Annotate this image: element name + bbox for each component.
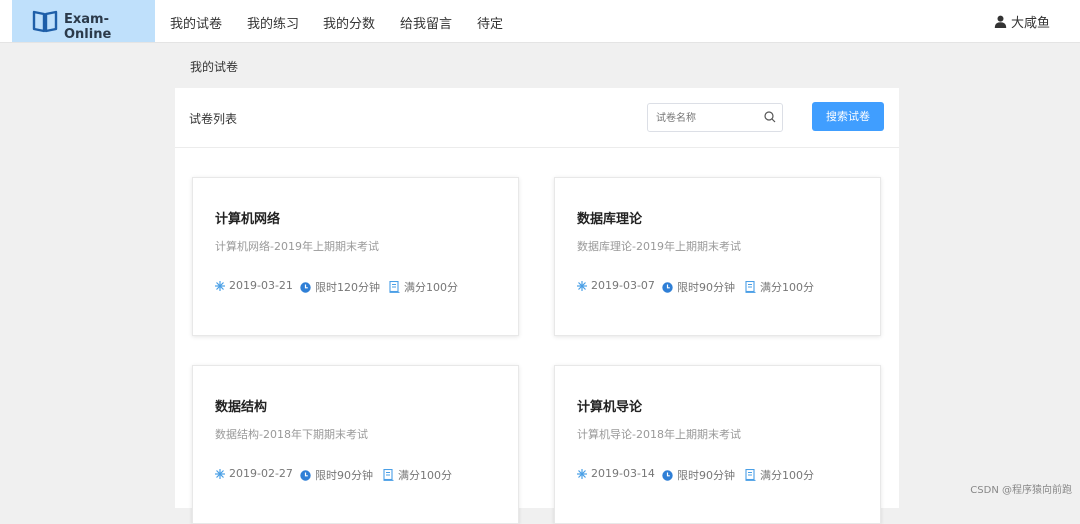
search-icon[interactable]	[764, 111, 776, 123]
paper-full-score: 满分100分	[383, 467, 452, 483]
paper-title[interactable]: 数据结构	[215, 396, 267, 415]
paper-time-limit: 限时90分钟	[300, 467, 373, 483]
paper-time-limit-text: 限时120分钟	[315, 281, 380, 294]
paper-date-text: 2019-03-07	[591, 279, 655, 292]
sparkle-icon	[215, 468, 225, 479]
user-menu[interactable]: 大咸鱼	[994, 12, 1050, 31]
nav-item-leave-message[interactable]: 给我留言	[400, 13, 452, 32]
paper-date: 2019-02-27	[215, 467, 293, 480]
paper-full-score: 满分100分	[745, 467, 814, 483]
clock-icon	[662, 281, 673, 293]
nav-item-pending[interactable]: 待定	[477, 13, 503, 32]
search-input[interactable]	[654, 108, 758, 128]
paper-time-limit-text: 限时90分钟	[677, 469, 735, 482]
search-box	[647, 103, 783, 132]
paper-full-score-text: 满分100分	[760, 281, 814, 294]
document-icon	[383, 469, 394, 481]
panel-title: 试卷列表	[189, 112, 238, 126]
paper-title[interactable]: 计算机网络	[215, 208, 280, 227]
paper-list-panel: 试卷列表 搜索试卷 计算机网络 计算机网络-2019年上期期末考试 2019-0…	[175, 88, 899, 524]
paper-card[interactable]: 计算机网络 计算机网络-2019年上期期末考试 2019-03-21 限时120…	[192, 177, 519, 336]
paper-time-limit-text: 限时90分钟	[677, 281, 735, 294]
panel-header: 试卷列表 搜索试卷	[175, 88, 899, 148]
top-navbar: Exam-Online 我的试卷 我的练习 我的分数 给我留言 待定 大咸鱼	[0, 0, 1080, 43]
clock-icon	[662, 469, 673, 481]
paper-time-limit: 限时120分钟	[300, 279, 380, 295]
paper-date: 2019-03-14	[577, 467, 655, 480]
watermark: CSDN @程序猿向前跑	[970, 485, 1072, 496]
paper-full-score-text: 满分100分	[760, 469, 814, 482]
paper-date: 2019-03-21	[215, 279, 293, 292]
nav-item-my-papers[interactable]: 我的试卷	[170, 13, 222, 32]
user-icon	[994, 15, 1007, 28]
paper-card[interactable]: 数据结构 数据结构-2018年下期期末考试 2019-02-27 限时90分钟 …	[192, 365, 519, 524]
app-name: Exam-Online	[64, 12, 112, 42]
sparkle-icon	[577, 280, 587, 291]
sparkle-icon	[577, 468, 587, 479]
paper-time-limit-text: 限时90分钟	[315, 469, 373, 482]
document-icon	[745, 281, 756, 293]
paper-description: 计算机网络-2019年上期期末考试	[215, 240, 379, 253]
nav-item-my-practice[interactable]: 我的练习	[247, 13, 299, 32]
book-icon	[32, 10, 58, 33]
paper-date-text: 2019-03-21	[229, 279, 293, 292]
paper-card[interactable]: 计算机导论 计算机导论-2018年上期期末考试 2019-03-14 限时90分…	[554, 365, 881, 524]
paper-card[interactable]: 数据库理论 数据库理论-2019年上期期末考试 2019-03-07 限时90分…	[554, 177, 881, 336]
breadcrumb: 我的试卷	[190, 60, 239, 74]
paper-description: 数据结构-2018年下期期末考试	[215, 428, 368, 441]
paper-title[interactable]: 数据库理论	[577, 208, 642, 227]
paper-description: 数据库理论-2019年上期期末考试	[577, 240, 741, 253]
clock-icon	[300, 469, 311, 481]
paper-title[interactable]: 计算机导论	[577, 396, 642, 415]
paper-full-score: 满分100分	[389, 279, 458, 295]
clock-icon	[300, 281, 311, 293]
paper-full-score-text: 满分100分	[404, 281, 458, 294]
nav-item-my-scores[interactable]: 我的分数	[323, 13, 375, 32]
sparkle-icon	[215, 280, 225, 291]
paper-description: 计算机导论-2018年上期期末考试	[577, 428, 741, 441]
user-name: 大咸鱼	[1011, 16, 1051, 31]
paper-time-limit: 限时90分钟	[662, 467, 735, 483]
search-papers-button[interactable]: 搜索试卷	[812, 102, 884, 131]
paper-date-text: 2019-02-27	[229, 467, 293, 480]
document-icon	[745, 469, 756, 481]
paper-date-text: 2019-03-14	[591, 467, 655, 480]
paper-full-score: 满分100分	[745, 279, 814, 295]
paper-full-score-text: 满分100分	[398, 469, 452, 482]
app-logo[interactable]: Exam-Online	[12, 0, 155, 42]
paper-date: 2019-03-07	[577, 279, 655, 292]
paper-time-limit: 限时90分钟	[662, 279, 735, 295]
document-icon	[389, 281, 400, 293]
